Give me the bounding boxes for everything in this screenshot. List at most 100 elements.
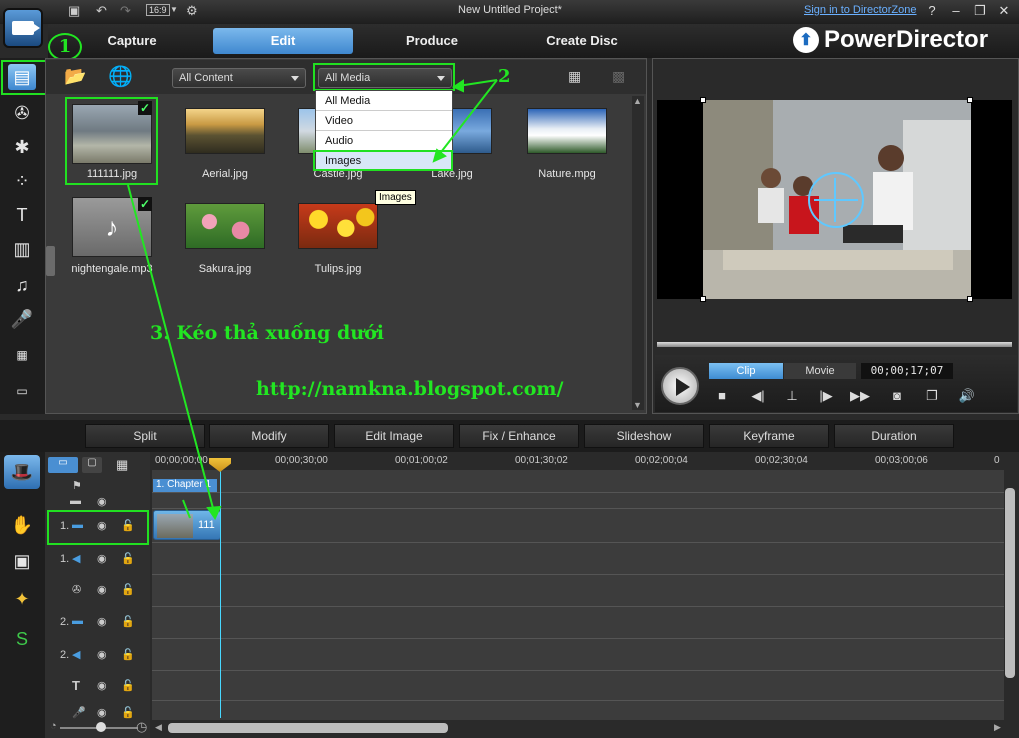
lock-icon[interactable]: 🔓 — [121, 615, 135, 628]
zoom-out-icon[interactable]: ◔ — [50, 720, 57, 732]
undock-preview-icon[interactable]: ❐ — [922, 388, 942, 404]
library-scrollbar[interactable] — [632, 96, 644, 410]
tab-capture[interactable]: Capture — [62, 28, 202, 54]
media-item[interactable] — [185, 108, 265, 154]
face-tool-icon[interactable]: ▣ — [8, 548, 36, 574]
close-button[interactable]: ✕ — [995, 3, 1013, 19]
stop-icon[interactable]: ■ — [712, 388, 732, 403]
media-item[interactable] — [185, 203, 265, 249]
scroll-left-icon[interactable]: ◀ — [155, 722, 162, 733]
minimize-button[interactable]: – — [947, 3, 965, 18]
pip-room-icon[interactable]: ✱ — [8, 134, 36, 160]
resize-handle[interactable] — [700, 296, 706, 302]
magic-wand-icon[interactable]: ✦ — [8, 586, 36, 612]
storyboard-view-button[interactable]: ▢ — [82, 457, 102, 473]
lock-icon[interactable]: 🔓 — [121, 583, 135, 596]
scroll-down-icon[interactable]: ▼ — [633, 400, 642, 410]
edit-image-button[interactable]: Edit Image — [334, 424, 454, 448]
media-room-icon[interactable]: ▤ — [8, 64, 36, 90]
eye-icon[interactable]: ◉ — [97, 648, 107, 661]
voice-over-icon[interactable]: 🎤 — [8, 306, 36, 332]
lock-icon[interactable]: 🔓 — [121, 706, 135, 719]
help-button[interactable]: ? — [923, 3, 941, 18]
zoom-slider-handle[interactable] — [96, 722, 106, 732]
transition-room-icon[interactable]: ▥ — [8, 236, 36, 262]
keyframe-button[interactable]: Keyframe — [709, 424, 829, 448]
title-room-icon[interactable]: T — [8, 202, 36, 228]
aspect-ratio-button[interactable]: 16:9 — [146, 4, 170, 16]
media-item[interactable] — [298, 203, 378, 249]
aspect-ratio-chevron-icon[interactable]: ▼ — [170, 5, 178, 14]
settings-gear-icon[interactable]: ⚙ — [186, 3, 198, 19]
lock-icon[interactable]: 🔓 — [121, 648, 135, 661]
eye-icon[interactable]: ◉ — [97, 679, 107, 692]
timeline-clip[interactable]: 111 — [153, 510, 221, 540]
eye-icon[interactable]: ◉ — [97, 583, 107, 596]
tab-create-disc[interactable]: Create Disc — [512, 28, 652, 54]
duration-button[interactable]: Duration — [834, 424, 954, 448]
video-track-row[interactable] — [152, 509, 1004, 543]
media-item[interactable] — [527, 108, 607, 154]
next-frame-icon[interactable]: |▶ — [816, 388, 836, 404]
effect-track-row[interactable] — [152, 575, 1004, 607]
tab-edit[interactable]: Edit — [213, 28, 353, 54]
undo-icon[interactable]: ↶ — [96, 3, 107, 19]
lock-icon[interactable]: 🔓 — [121, 519, 135, 532]
playhead[interactable] — [220, 460, 221, 718]
eye-icon[interactable]: ◉ — [97, 495, 107, 508]
add-track-icon[interactable]: ▦ — [116, 457, 128, 473]
timecode-display[interactable]: 00;00;17;07 — [861, 363, 953, 379]
scroll-up-icon[interactable]: ▲ — [633, 96, 642, 106]
eye-icon[interactable]: ◉ — [97, 519, 107, 532]
chapter-room-icon[interactable]: ▦ — [8, 342, 36, 368]
vertical-scroll-thumb[interactable] — [1005, 488, 1015, 678]
subtitle-room-icon[interactable]: ▭ — [8, 378, 36, 404]
lock-icon[interactable]: 🔓 — [121, 552, 135, 565]
resize-handle[interactable] — [967, 296, 973, 302]
eye-icon[interactable]: ◉ — [97, 706, 107, 719]
slideshow-button[interactable]: Slideshow — [584, 424, 704, 448]
audio-track-row[interactable] — [152, 639, 1004, 671]
eye-icon[interactable]: ◉ — [97, 615, 107, 628]
content-filter-dropdown[interactable]: All Content — [172, 68, 306, 88]
effect-room-icon[interactable]: ✇ — [8, 100, 36, 126]
zoom-in-icon[interactable]: ◷ — [136, 719, 147, 735]
preview-seek-bar[interactable] — [657, 342, 1012, 347]
modify-button[interactable]: Modify — [209, 424, 329, 448]
title-track-row[interactable] — [152, 671, 1004, 701]
redo-icon[interactable]: ↷ — [120, 3, 131, 19]
menu-item-video[interactable]: Video — [316, 111, 452, 131]
previous-frame-icon[interactable]: ◀| — [748, 388, 768, 404]
menu-item-audio[interactable]: Audio — [316, 131, 452, 151]
scroll-right-icon[interactable]: ▶ — [994, 722, 1001, 733]
play-button[interactable] — [661, 367, 699, 405]
resize-handle[interactable] — [967, 97, 973, 103]
panel-collapse-handle[interactable] — [46, 246, 55, 276]
app-logo-icon[interactable] — [3, 8, 43, 48]
snapshot-camera-icon[interactable]: ◙ — [887, 388, 907, 403]
mark-icon[interactable]: ⊥ — [782, 388, 802, 404]
lock-icon[interactable]: 🔓 — [121, 679, 135, 692]
import-folder-icon[interactable]: 📂 — [64, 66, 86, 87]
signin-link[interactable]: Sign in to DirectorZone — [804, 4, 917, 16]
save-icon[interactable]: ▣ — [68, 3, 80, 19]
view-grid-icon[interactable]: ▦ — [568, 68, 581, 85]
split-button[interactable]: Split — [85, 424, 205, 448]
volume-icon[interactable]: 🔊 — [957, 388, 977, 404]
hand-tool-icon[interactable]: ✋ — [8, 512, 36, 538]
fast-forward-icon[interactable]: ▶▶ — [850, 388, 870, 404]
magic-style-icon[interactable]: S — [8, 626, 36, 652]
magic-movie-icon[interactable]: 🎩 — [4, 455, 40, 489]
audio-track-row[interactable] — [152, 543, 1004, 575]
fix-enhance-button[interactable]: Fix / Enhance — [459, 424, 579, 448]
eye-icon[interactable]: ◉ — [97, 552, 107, 565]
clip-mode-button[interactable]: Clip — [709, 363, 783, 379]
resize-handle[interactable] — [700, 97, 706, 103]
chapter-marker[interactable]: 1. Chapter 1 — [153, 479, 217, 492]
horizontal-scroll-thumb[interactable] — [168, 723, 448, 733]
download-globe-icon[interactable]: 🌐 — [108, 64, 133, 89]
timeline-view-button[interactable]: ▭ — [48, 457, 78, 473]
tab-produce[interactable]: Produce — [362, 28, 502, 54]
audio-mixing-icon[interactable]: ♫ — [8, 272, 36, 298]
restore-button[interactable]: ❐ — [971, 3, 989, 19]
